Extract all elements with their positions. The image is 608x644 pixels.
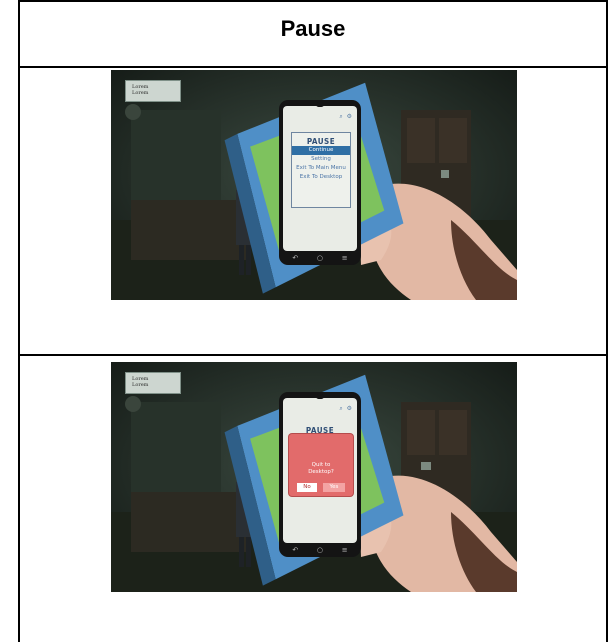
phone-nav-bar-2: ↶ ○ ≡ xyxy=(283,545,357,555)
pause-item-setting[interactable]: Setting xyxy=(292,155,350,164)
phone-screen: ⌕ ⚙ PAUSE Continue Setting Exit To Main … xyxy=(283,106,357,251)
pause-item-exit-desktop[interactable]: Exit To Desktop xyxy=(292,173,350,182)
pause-item-continue[interactable]: Continue xyxy=(292,146,350,155)
page-title: Pause xyxy=(280,16,346,41)
pause-item-exit-main-menu[interactable]: Exit To Main Menu xyxy=(292,164,350,173)
bedroom-scene-2: Lorem Lorem ⌕ ⚙ PAUSE Quit to Desktop? N… xyxy=(111,362,517,592)
pause-menu-title: PAUSE xyxy=(306,137,336,146)
phone-camera-notch-2 xyxy=(316,394,324,399)
phone-top-icons-2[interactable]: ⌕ ⚙ xyxy=(339,405,353,413)
phone-device: ⌕ ⚙ PAUSE Continue Setting Exit To Main … xyxy=(279,100,361,265)
screenshot-row-pause-menu: Lorem Lorem ⌕ ⚙ PAUSE Continue Setting E… xyxy=(20,68,606,356)
phone-screen-2: ⌕ ⚙ PAUSE Quit to Desktop? No Yes xyxy=(283,398,357,543)
screenshot-row-quit-dialog: Lorem Lorem ⌕ ⚙ PAUSE Quit to Desktop? N… xyxy=(20,357,606,644)
warning-icon xyxy=(283,434,357,543)
document-table: Pause Lorem Lorem ⌕ ⚙ PAUSE Continue Set… xyxy=(18,0,608,642)
quit-dialog-message: Quit to Desktop? xyxy=(289,462,353,476)
yes-button[interactable]: Yes xyxy=(323,483,345,492)
no-button[interactable]: No xyxy=(297,483,317,492)
menu-icon[interactable]: ≡ xyxy=(342,545,348,555)
back-icon[interactable]: ↶ xyxy=(292,545,298,555)
home-icon[interactable]: ○ xyxy=(317,545,323,555)
quit-message-line-2: Desktop? xyxy=(308,469,334,475)
game-screenshot-pause-menu: Lorem Lorem ⌕ ⚙ PAUSE Continue Setting E… xyxy=(111,70,517,300)
back-icon[interactable]: ↶ xyxy=(292,253,298,263)
bedroom-scene: Lorem Lorem ⌕ ⚙ PAUSE Continue Setting E… xyxy=(111,70,517,300)
quit-dialog: Quit to Desktop? No Yes xyxy=(289,434,353,496)
game-screenshot-quit-dialog: Lorem Lorem ⌕ ⚙ PAUSE Quit to Desktop? N… xyxy=(111,362,517,592)
phone-device-2: ⌕ ⚙ PAUSE Quit to Desktop? No Yes ↶ ○ ≡ xyxy=(279,392,361,557)
phone-nav-bar: ↶ ○ ≡ xyxy=(283,253,357,263)
home-icon[interactable]: ○ xyxy=(317,253,323,263)
menu-icon[interactable]: ≡ xyxy=(342,253,348,263)
pause-menu-panel: PAUSE Continue Setting Exit To Main Menu… xyxy=(291,132,351,208)
phone-top-icons[interactable]: ⌕ ⚙ xyxy=(339,113,353,121)
quit-message-line-1: Quit to xyxy=(311,462,331,468)
phone-camera-notch xyxy=(316,102,324,107)
header-row: Pause xyxy=(20,2,606,68)
